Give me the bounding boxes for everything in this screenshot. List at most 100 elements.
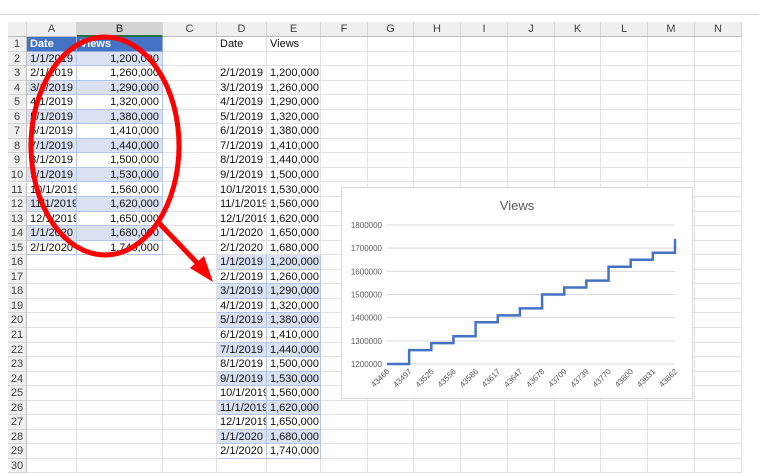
cell-B26[interactable] bbox=[77, 400, 163, 416]
row-header-18[interactable]: 18 bbox=[8, 284, 27, 299]
cell-C28[interactable] bbox=[163, 429, 217, 445]
cell-J1[interactable] bbox=[508, 37, 555, 52]
cell-I4[interactable] bbox=[461, 80, 508, 96]
cell-I10[interactable] bbox=[461, 167, 508, 183]
cell-N7[interactable] bbox=[695, 124, 742, 139]
cell-E17[interactable]: 1,260,000 bbox=[267, 269, 321, 285]
cell-B27[interactable] bbox=[77, 415, 163, 430]
column-header-B[interactable]: B bbox=[77, 22, 163, 37]
cell-H4[interactable] bbox=[414, 80, 461, 96]
cell-D22[interactable]: 7/1/2019 bbox=[217, 342, 267, 358]
cell-L9[interactable] bbox=[601, 153, 648, 168]
cell-A2[interactable]: 1/1/2019 bbox=[27, 51, 77, 67]
column-header-F[interactable]: F bbox=[321, 22, 368, 37]
cell-A6[interactable]: 5/1/2019 bbox=[27, 109, 77, 125]
cell-E7[interactable]: 1,380,000 bbox=[267, 124, 321, 139]
cell-L5[interactable] bbox=[601, 95, 648, 110]
cell-H8[interactable] bbox=[414, 138, 461, 154]
cell-F1[interactable] bbox=[321, 37, 368, 52]
cell-N30[interactable] bbox=[695, 458, 742, 473]
cell-L26[interactable] bbox=[601, 400, 648, 416]
cell-A12[interactable]: 11/1/2019 bbox=[27, 197, 77, 212]
cell-L8[interactable] bbox=[601, 138, 648, 154]
cell-C13[interactable] bbox=[163, 211, 217, 227]
cell-C18[interactable] bbox=[163, 284, 217, 299]
cell-J4[interactable] bbox=[508, 80, 555, 96]
cell-B2[interactable]: 1,200,000 bbox=[77, 51, 163, 67]
cell-D16[interactable]: 1/1/2019 bbox=[217, 255, 267, 270]
row-header-23[interactable]: 23 bbox=[8, 357, 27, 372]
cell-G4[interactable] bbox=[368, 80, 414, 96]
cell-I27[interactable] bbox=[461, 415, 508, 430]
cell-J28[interactable] bbox=[508, 429, 555, 445]
cell-L10[interactable] bbox=[601, 167, 648, 183]
cell-N14[interactable] bbox=[695, 226, 742, 241]
views-chart[interactable]: Views 1200000 1300000 1400000 1500000 160000… bbox=[341, 187, 693, 399]
cell-I8[interactable] bbox=[461, 138, 508, 154]
cell-H1[interactable] bbox=[414, 37, 461, 52]
cell-F28[interactable] bbox=[321, 429, 368, 445]
cell-C8[interactable] bbox=[163, 138, 217, 154]
cell-C7[interactable] bbox=[163, 124, 217, 139]
cell-G3[interactable] bbox=[368, 66, 414, 81]
cell-M6[interactable] bbox=[648, 109, 695, 125]
cell-G6[interactable] bbox=[368, 109, 414, 125]
cell-A26[interactable] bbox=[27, 400, 77, 416]
cell-C12[interactable] bbox=[163, 197, 217, 212]
row-header-30[interactable]: 30 bbox=[8, 458, 27, 473]
cell-F2[interactable] bbox=[321, 51, 368, 67]
cell-D12[interactable]: 11/1/2019 bbox=[217, 197, 267, 212]
cell-C6[interactable] bbox=[163, 109, 217, 125]
cell-N24[interactable] bbox=[695, 371, 742, 387]
cell-B18[interactable] bbox=[77, 284, 163, 299]
cell-C1[interactable] bbox=[163, 37, 217, 52]
cell-E30[interactable] bbox=[267, 458, 321, 473]
cell-B6[interactable]: 1,380,000 bbox=[77, 109, 163, 125]
cell-D4[interactable]: 3/1/2019 bbox=[217, 80, 267, 96]
cell-A8[interactable]: 7/1/2019 bbox=[27, 138, 77, 154]
cell-B13[interactable]: 1,650,000 bbox=[77, 211, 163, 227]
cell-C25[interactable] bbox=[163, 386, 217, 401]
cell-K26[interactable] bbox=[555, 400, 601, 416]
row-header-9[interactable]: 9 bbox=[8, 153, 27, 168]
cell-L29[interactable] bbox=[601, 444, 648, 459]
cell-B14[interactable]: 1,680,000 bbox=[77, 226, 163, 241]
cell-H3[interactable] bbox=[414, 66, 461, 81]
cell-N5[interactable] bbox=[695, 95, 742, 110]
cell-A29[interactable] bbox=[27, 444, 77, 459]
cell-F29[interactable] bbox=[321, 444, 368, 459]
cell-N29[interactable] bbox=[695, 444, 742, 459]
cell-N15[interactable] bbox=[695, 240, 742, 256]
cell-E2[interactable] bbox=[267, 51, 321, 67]
cell-E20[interactable]: 1,380,000 bbox=[267, 313, 321, 328]
row-header-21[interactable]: 21 bbox=[8, 328, 27, 343]
cell-N26[interactable] bbox=[695, 400, 742, 416]
cell-N21[interactable] bbox=[695, 328, 742, 343]
cell-B23[interactable] bbox=[77, 357, 163, 372]
cell-A3[interactable]: 2/1/2019 bbox=[27, 66, 77, 81]
cell-F5[interactable] bbox=[321, 95, 368, 110]
cell-M27[interactable] bbox=[648, 415, 695, 430]
cell-D6[interactable]: 5/1/2019 bbox=[217, 109, 267, 125]
cell-C17[interactable] bbox=[163, 269, 217, 285]
cell-L3[interactable] bbox=[601, 66, 648, 81]
cell-N8[interactable] bbox=[695, 138, 742, 154]
cell-M9[interactable] bbox=[648, 153, 695, 168]
cell-D14[interactable]: 1/1/2020 bbox=[217, 226, 267, 241]
cell-B25[interactable] bbox=[77, 386, 163, 401]
column-header-N[interactable]: N bbox=[695, 22, 742, 37]
cell-J2[interactable] bbox=[508, 51, 555, 67]
cell-E23[interactable]: 1,500,000 bbox=[267, 357, 321, 372]
cell-I7[interactable] bbox=[461, 124, 508, 139]
cell-B30[interactable] bbox=[77, 458, 163, 473]
cell-E5[interactable]: 1,290,000 bbox=[267, 95, 321, 110]
cell-N25[interactable] bbox=[695, 386, 742, 401]
cell-N11[interactable] bbox=[695, 182, 742, 198]
cell-F4[interactable] bbox=[321, 80, 368, 96]
cell-J8[interactable] bbox=[508, 138, 555, 154]
row-header-5[interactable]: 5 bbox=[8, 95, 27, 110]
cell-N16[interactable] bbox=[695, 255, 742, 270]
cell-H10[interactable] bbox=[414, 167, 461, 183]
cell-K7[interactable] bbox=[555, 124, 601, 139]
cell-D29[interactable]: 2/1/2020 bbox=[217, 444, 267, 459]
